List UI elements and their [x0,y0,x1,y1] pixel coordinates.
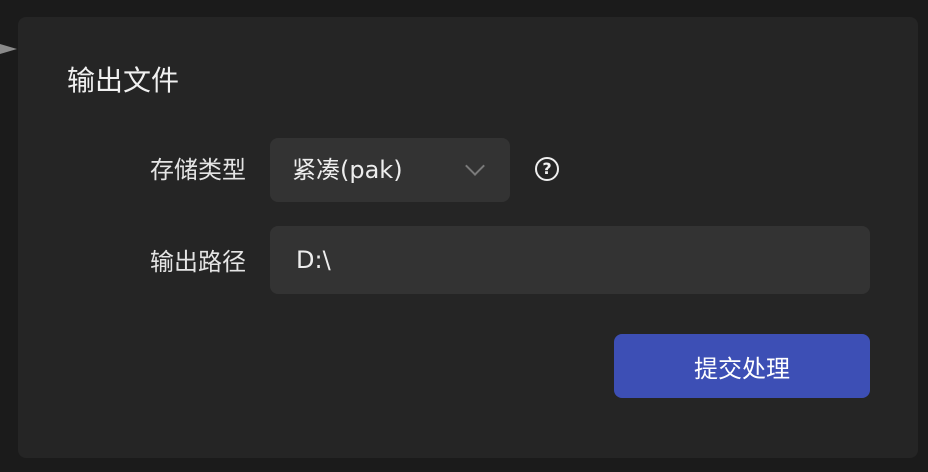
panel-title: 输出文件 [67,64,180,97]
storage-type-select[interactable]: 紧凑(pak) [270,138,510,202]
output-path-label: 输出路径 [150,248,246,276]
output-path-input[interactable] [270,226,870,294]
storage-type-label: 存储类型 [150,156,246,184]
triangle-right-icon[interactable] [0,44,17,54]
storage-type-value: 紧凑(pak) [292,156,403,184]
output-file-panel: 输出文件 存储类型 紧凑(pak) ? 输出路径 提交处理 [18,17,918,458]
submit-button[interactable]: 提交处理 [614,334,870,398]
chevron-down-icon [465,156,485,176]
question-circle-icon[interactable]: ? [535,157,559,181]
